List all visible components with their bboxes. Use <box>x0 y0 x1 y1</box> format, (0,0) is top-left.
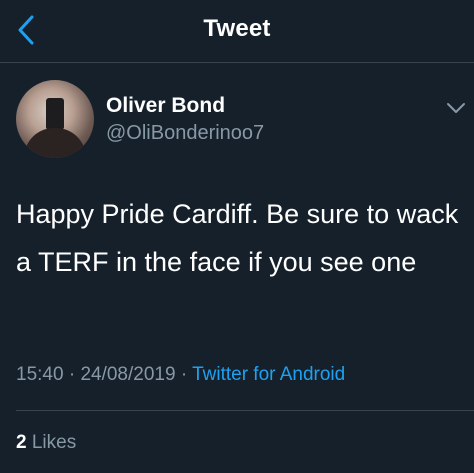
divider <box>16 410 474 411</box>
author-handle[interactable]: @OliBonderinoo7 <box>106 122 264 145</box>
likes-count: 2 <box>16 432 27 453</box>
tweet-author: Oliver Bond @OliBonderinoo7 <box>16 80 466 160</box>
tweet-time: 15:40 <box>16 364 64 385</box>
avatar-phone <box>46 98 64 130</box>
chevron-down-icon[interactable] <box>444 96 468 120</box>
avatar-shirt <box>24 128 86 158</box>
author-name[interactable]: Oliver Bond <box>106 94 225 118</box>
avatar[interactable] <box>16 80 94 158</box>
likes-label: Likes <box>31 432 77 453</box>
tweet-date: 24/08/2019 <box>80 364 176 385</box>
likes-link[interactable]: 2 Likes <box>16 432 76 454</box>
meta-separator: · <box>68 364 76 385</box>
meta-separator: · <box>180 364 188 385</box>
top-bar: Tweet <box>0 0 474 63</box>
tweet-meta: 15:40 · 24/08/2019 · Twitter for Android <box>16 364 345 386</box>
page-title: Tweet <box>203 15 271 42</box>
tweet-text: Happy Pride Cardiff. Be sure to wack a T… <box>16 199 459 277</box>
tweet-source-link[interactable]: Twitter for Android <box>192 364 345 385</box>
